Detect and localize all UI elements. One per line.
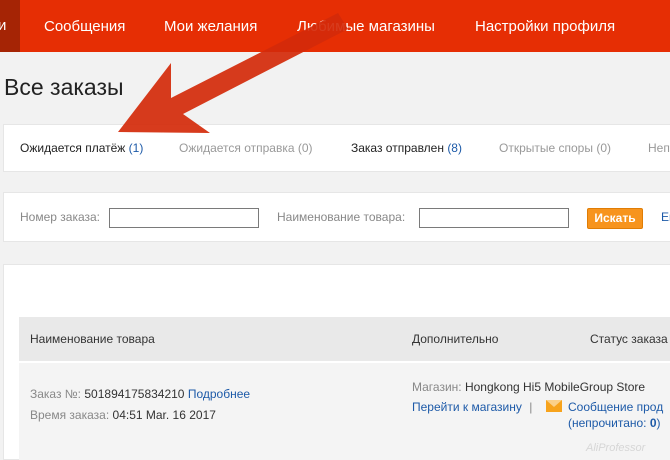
- column-header-additional: Дополнительно: [412, 332, 499, 346]
- more-filters-link[interactable]: Ещ: [661, 210, 670, 224]
- order-time-label: Время заказа:: [30, 408, 110, 422]
- order-status-tabs: Ожидается платёж (1) Ожидается отправка …: [3, 124, 670, 172]
- search-button[interactable]: Искать: [587, 208, 643, 229]
- order-number-value: 501894175834210: [84, 387, 185, 401]
- nav-item-messages[interactable]: Сообщения: [44, 0, 125, 52]
- tab-awaiting-shipment[interactable]: Ожидается отправка (0): [179, 141, 313, 155]
- product-name-input[interactable]: [419, 208, 569, 228]
- unread-messages-line[interactable]: (непрочитано: 0): [568, 416, 661, 430]
- watermark: AliProfessor: [586, 442, 646, 454]
- page-title: Все заказы: [4, 74, 124, 100]
- store-actions-line: Перейти к магазину |: [412, 400, 532, 414]
- orders-table-header: Наименование товара Дополнительно Статус…: [19, 317, 670, 361]
- tab-count: (0): [596, 141, 611, 155]
- separator: |: [529, 400, 533, 414]
- order-number-input[interactable]: [109, 208, 259, 228]
- product-name-label: Наименование товара:: [277, 210, 406, 224]
- column-header-product: Наименование товара: [30, 332, 155, 346]
- column-header-status: Статус заказа: [590, 332, 668, 346]
- tab-count: (8): [447, 141, 462, 155]
- nav-item-truncated[interactable]: и: [0, 0, 20, 52]
- tab-label: Ожидается платёж: [20, 141, 126, 155]
- tab-count: (0): [297, 141, 313, 155]
- order-number-line: Заказ №: 501894175834210 Подробнее: [30, 387, 250, 401]
- tab-shipped[interactable]: Заказ отправлен (8): [351, 141, 462, 155]
- nav-item-favorite-stores[interactable]: Любимые магазины: [297, 0, 435, 52]
- tab-truncated[interactable]: Неп: [648, 141, 670, 155]
- tab-label: Ожидается отправка: [179, 141, 295, 155]
- tab-awaiting-payment[interactable]: Ожидается платёж (1): [20, 141, 143, 155]
- unread-count: 0: [649, 416, 657, 430]
- store-name: Hongkong Hi5 MobileGroup Store: [464, 380, 646, 394]
- tab-label: Неп: [648, 141, 670, 155]
- go-to-store-link[interactable]: Перейти к магазину: [412, 400, 522, 414]
- unread-close: ): [656, 416, 661, 430]
- order-time-line: Время заказа: 04:51 Mar. 16 2017: [30, 408, 216, 422]
- store-line: Магазин: Hongkong Hi5 MobileGroup Store: [412, 380, 645, 394]
- nav-item-profile-settings[interactable]: Настройки профиля: [475, 0, 615, 52]
- nav-item-wishlist[interactable]: Мои желания: [164, 0, 257, 52]
- top-nav: и Сообщения Мои желания Любимые магазины…: [0, 0, 670, 52]
- tab-open-disputes[interactable]: Открытые споры (0): [499, 141, 611, 155]
- envelope-icon[interactable]: [546, 400, 562, 412]
- orders-panel: Наименование товара Дополнительно Статус…: [3, 264, 670, 460]
- order-time-value: 04:51 Mar. 16 2017: [112, 408, 216, 422]
- order-number-label: Номер заказа:: [20, 210, 101, 224]
- tab-label: Открытые споры: [499, 141, 593, 155]
- table-row: Заказ №: 501894175834210 Подробнее Время…: [19, 363, 670, 460]
- store-label: Магазин:: [412, 380, 462, 394]
- message-seller-link[interactable]: Сообщение прод: [568, 400, 663, 414]
- order-search-filters: Номер заказа: Наименование товара: Искат…: [3, 192, 670, 242]
- order-details-link[interactable]: Подробнее: [188, 387, 250, 401]
- order-number-label: Заказ №:: [30, 387, 82, 401]
- tab-count: (1): [128, 141, 144, 155]
- tab-label: Заказ отправлен: [351, 141, 444, 155]
- unread-label: (непрочитано:: [568, 416, 650, 430]
